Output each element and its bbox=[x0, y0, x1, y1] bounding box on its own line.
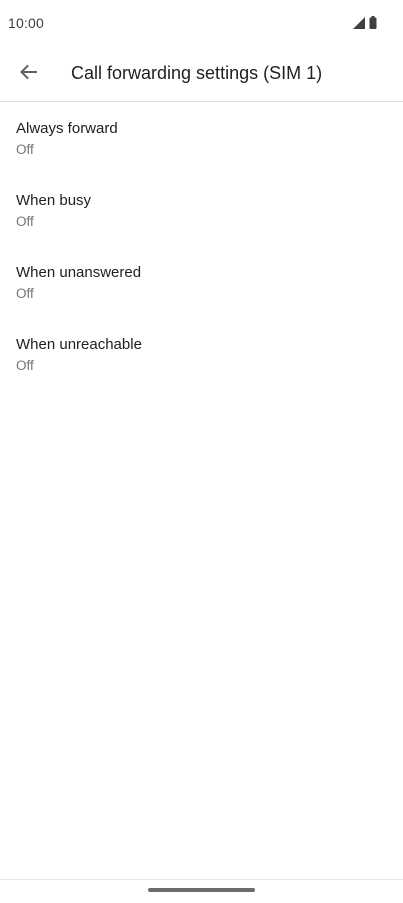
setting-when-unreachable[interactable]: When unreachable Off bbox=[0, 319, 403, 391]
status-time: 10:00 bbox=[8, 15, 45, 31]
settings-list: Always forward Off When busy Off When un… bbox=[0, 103, 403, 391]
setting-summary: Off bbox=[16, 358, 34, 373]
setting-summary: Off bbox=[16, 142, 34, 157]
setting-always-forward[interactable]: Always forward Off bbox=[0, 103, 403, 175]
setting-title: Always forward bbox=[16, 120, 118, 137]
setting-summary: Off bbox=[16, 214, 34, 229]
call-forwarding-screen: 10:00 Call forwarding settings (SIM 1) A… bbox=[0, 0, 403, 903]
status-bar: 10:00 bbox=[0, 0, 403, 48]
cell-signal-icon bbox=[353, 16, 365, 29]
back-button[interactable] bbox=[10, 56, 46, 92]
setting-title: When unreachable bbox=[16, 336, 142, 353]
setting-when-busy[interactable]: When busy Off bbox=[0, 175, 403, 247]
setting-title: When unanswered bbox=[16, 264, 142, 281]
setting-when-unanswered[interactable]: When unanswered Off bbox=[0, 247, 403, 319]
status-icons bbox=[353, 16, 377, 29]
nav-divider bbox=[0, 879, 403, 880]
gesture-nav-handle[interactable] bbox=[148, 888, 255, 892]
setting-title: When busy bbox=[16, 192, 92, 209]
app-bar: Call forwarding settings (SIM 1) bbox=[0, 48, 403, 102]
page-title: Call forwarding settings (SIM 1) bbox=[71, 63, 323, 83]
battery-icon bbox=[369, 16, 377, 29]
setting-summary: Off bbox=[16, 286, 34, 301]
arrow-back-icon bbox=[19, 64, 37, 85]
